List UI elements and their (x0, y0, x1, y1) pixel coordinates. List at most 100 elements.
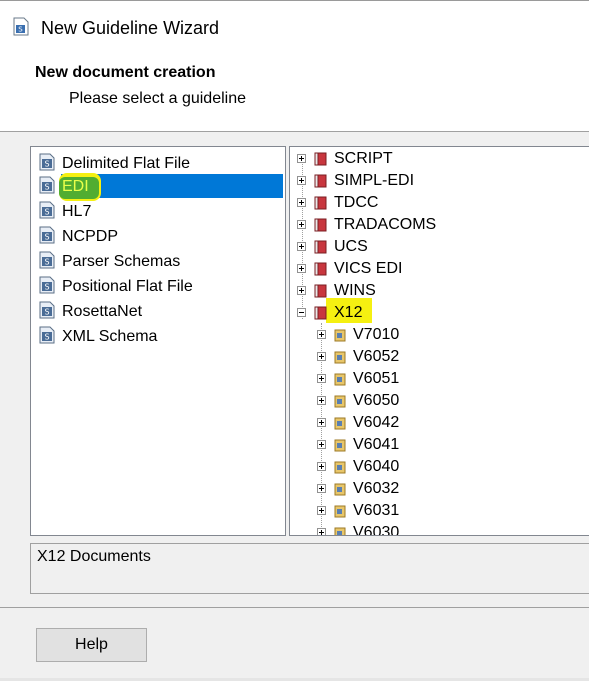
folder-doc-icon (334, 439, 346, 452)
list-item-edi[interactable]: S EDI (31, 173, 285, 201)
expand-icon[interactable] (297, 286, 306, 295)
tree-item-label: V6051 (353, 370, 400, 387)
tree-item-v7010[interactable]: V7010 (290, 324, 588, 346)
document-s-icon: S (39, 301, 55, 319)
tree-item-tradacoms[interactable]: TRADACOMS (290, 214, 588, 236)
folder-doc-icon (334, 373, 346, 386)
tree-item-label: WINS (334, 282, 376, 299)
list-item-label: Delimited Flat File (62, 155, 191, 172)
list-item-xml-schema[interactable]: S XML Schema (31, 323, 285, 348)
tree-item-v6030[interactable]: V6030 (290, 522, 588, 535)
svg-text:S: S (44, 233, 49, 242)
svg-text:S: S (44, 160, 49, 169)
window-title: New Guideline Wizard (41, 18, 220, 38)
list-item-ncpdp[interactable]: S NCPDP (31, 223, 285, 248)
tree-item-label: V7010 (353, 326, 400, 343)
red-book-icon (314, 240, 327, 254)
list-item-label: Parser Schemas (62, 253, 181, 270)
tree-item-label: X12 (334, 304, 363, 321)
red-book-icon (314, 262, 327, 276)
tree-item-simpl-edi[interactable]: SIMPL-EDI (290, 170, 588, 192)
expand-icon[interactable] (297, 198, 306, 207)
red-book-icon (314, 196, 327, 210)
list-item-label: EDI (62, 178, 89, 195)
svg-text:S: S (44, 258, 49, 267)
tree-item-script[interactable]: SCRIPT (290, 148, 588, 170)
tree-item-v6031[interactable]: V6031 (290, 500, 588, 522)
list-item-delimited-flat-file[interactable]: S Delimited Flat File (31, 150, 285, 175)
red-book-icon (314, 306, 327, 320)
expand-icon[interactable] (317, 506, 326, 515)
document-s-icon: S (39, 276, 55, 294)
list-item-label: HL7 (62, 203, 92, 220)
expand-icon[interactable] (317, 418, 326, 427)
expand-icon[interactable] (297, 242, 306, 251)
tree-item-label: V6041 (353, 436, 400, 453)
document-s-icon: S (39, 201, 55, 219)
tree-item-ucs[interactable]: UCS (290, 236, 588, 258)
svg-text:S: S (44, 183, 49, 192)
expand-icon[interactable] (317, 352, 326, 361)
tree-item-tdcc[interactable]: TDCC (290, 192, 588, 214)
expand-icon[interactable] (317, 440, 326, 449)
guideline-type-list[interactable]: S Delimited Flat File S EDI S HL7 S NCPD… (30, 146, 286, 536)
expand-icon[interactable] (317, 484, 326, 493)
tree-item-label: SCRIPT (334, 150, 393, 167)
tree-item-label: VICS EDI (334, 260, 403, 277)
tree-clip: V6030 (290, 522, 588, 535)
folder-doc-icon (334, 395, 346, 408)
tree-item-v6042[interactable]: V6042 (290, 412, 588, 434)
tree-item-x12[interactable]: X12 (290, 302, 588, 324)
tree-item-v6041[interactable]: V6041 (290, 434, 588, 456)
tree-item-vics-edi[interactable]: VICS EDI (290, 258, 588, 280)
tree-item-v6050[interactable]: V6050 (290, 390, 588, 412)
tree-item-v6032[interactable]: V6032 (290, 478, 588, 500)
red-book-icon (314, 284, 327, 298)
list-item-label: XML Schema (62, 328, 158, 345)
expand-icon[interactable] (297, 176, 306, 185)
help-button[interactable]: Help (36, 628, 147, 662)
tree-item-label: V6031 (353, 502, 400, 519)
expand-icon[interactable] (317, 330, 326, 339)
header-title: New document creation (35, 64, 216, 81)
tree-item-label: SIMPL-EDI (334, 172, 415, 189)
tree-item-label: V6052 (353, 348, 400, 365)
list-item-hl7[interactable]: S HL7 (31, 198, 285, 223)
tree-item-v6051[interactable]: V6051 (290, 368, 588, 390)
title-bar: S New Guideline Wizard (0, 1, 589, 45)
expand-icon[interactable] (317, 528, 326, 535)
expand-icon[interactable] (297, 154, 306, 163)
tree-item-label: V6042 (353, 414, 400, 431)
header-separator (0, 131, 589, 132)
tree-item-label: V6050 (353, 392, 400, 409)
folder-doc-icon (334, 461, 346, 474)
description-box: X12 Documents (30, 543, 589, 594)
list-item-positional-flat-file[interactable]: S Positional Flat File (31, 273, 285, 298)
document-s-icon: S (39, 153, 55, 171)
svg-text:S: S (44, 308, 49, 317)
expand-icon[interactable] (317, 374, 326, 383)
tree-item-label: V6030 (353, 524, 400, 535)
tree-item-wins[interactable]: WINS (290, 280, 588, 302)
collapse-icon[interactable] (297, 308, 306, 317)
list-item-parser-schemas[interactable]: S Parser Schemas (31, 248, 285, 273)
expand-icon[interactable] (317, 462, 326, 471)
tree-item-label: UCS (334, 238, 368, 255)
tree-item-v6040[interactable]: V6040 (290, 456, 588, 478)
folder-doc-icon (334, 417, 346, 430)
tree-item-label: TRADACOMS (334, 216, 437, 233)
folder-doc-icon (334, 483, 346, 496)
document-s-icon: S (39, 176, 55, 194)
tree-item-v6052[interactable]: V6052 (290, 346, 588, 368)
document-s-icon: S (39, 326, 55, 344)
list-item-label: Positional Flat File (62, 278, 193, 295)
description-text: X12 Documents (37, 548, 151, 565)
document-s-icon: S (39, 226, 55, 244)
header-subtitle: Please select a guideline (69, 90, 247, 107)
expand-icon[interactable] (317, 396, 326, 405)
tree-item-label: V6032 (353, 480, 400, 497)
document-s-icon: S (39, 251, 55, 269)
expand-icon[interactable] (297, 220, 306, 229)
list-item-rosettanet[interactable]: S RosettaNet (31, 298, 285, 323)
expand-icon[interactable] (297, 264, 306, 273)
